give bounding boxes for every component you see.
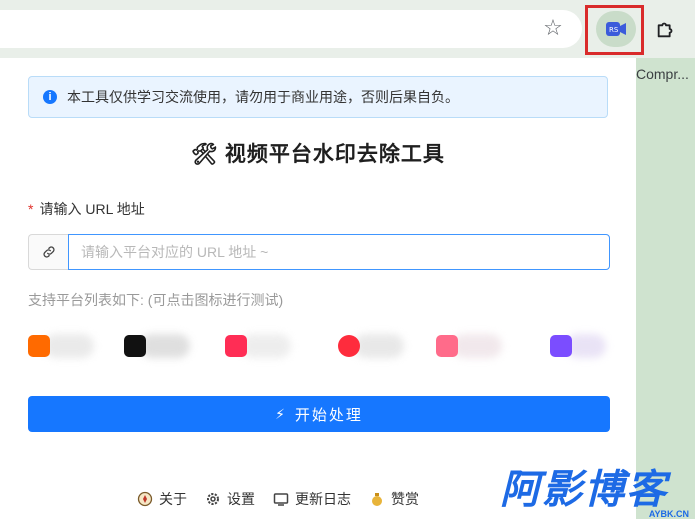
watermark-text: 阿影博客 xyxy=(500,468,668,512)
pink-platform-icon[interactable] xyxy=(436,335,458,357)
changelog-link[interactable]: 更新日志 xyxy=(273,489,351,509)
platform-item[interactable] xyxy=(124,332,204,360)
tools-icon: 🛠 xyxy=(191,143,219,166)
compass-icon xyxy=(137,491,153,507)
blurred-label xyxy=(452,334,502,358)
settings-label: 设置 xyxy=(227,491,255,507)
link-addon xyxy=(28,234,68,270)
changelog-label: 更新日志 xyxy=(295,491,351,507)
address-bar[interactable] xyxy=(0,10,582,48)
gear-icon xyxy=(205,491,221,507)
url-field-group xyxy=(28,234,610,270)
svg-text:RS: RS xyxy=(609,26,619,34)
monitor-icon xyxy=(273,491,289,507)
platform-item[interactable] xyxy=(436,332,516,360)
notice-text: 本工具仅供学习交流使用，请勿用于商业用途，否则后果自负。 xyxy=(67,89,459,105)
info-icon: i xyxy=(43,90,57,104)
footer-links: 关于 设置 更新日志 赞赏 xyxy=(137,488,437,510)
play-platform-icon[interactable] xyxy=(338,335,360,357)
browser-toolbar: ☆ RS xyxy=(0,0,695,58)
puzzle-icon xyxy=(657,22,673,38)
platform-item[interactable] xyxy=(28,332,108,360)
page-title: 🛠 视频平台水印去除工具 xyxy=(0,138,636,168)
title-text: 视频平台水印去除工具 xyxy=(224,143,445,166)
watermark-logo: 阿影博客 AYBK.CN xyxy=(500,468,695,519)
extension-popup: i 本工具仅供学习交流使用，请勿用于商业用途，否则后果自负。 🛠 视频平台水印去除… xyxy=(0,58,636,519)
bolt-icon: ⚡︎ xyxy=(275,405,287,422)
platform-item[interactable] xyxy=(550,332,608,360)
platform-list xyxy=(28,328,610,364)
notice-banner: i 本工具仅供学习交流使用，请勿用于商业用途，否则后果自负。 xyxy=(28,76,608,118)
platform-caption: 支持平台列表如下: (可点击图标进行测试) xyxy=(28,292,284,308)
url-input[interactable] xyxy=(68,234,610,270)
blurred-label xyxy=(566,334,606,358)
watermark-extension-button[interactable]: RS xyxy=(596,11,636,47)
platform-item[interactable] xyxy=(338,332,418,360)
start-button-label: 开始处理 xyxy=(294,406,363,424)
donate-label: 赞赏 xyxy=(391,491,419,507)
extension-icon: RS xyxy=(606,22,626,36)
tiktok-icon[interactable] xyxy=(124,335,146,357)
orange-platform-icon[interactable] xyxy=(28,335,50,357)
link-icon xyxy=(42,246,55,258)
watermark-sub: AYBK.CN xyxy=(648,509,689,519)
blurred-label xyxy=(354,334,404,358)
donate-link[interactable]: 赞赏 xyxy=(369,489,419,509)
url-label: * 请输入 URL 地址 xyxy=(28,199,145,219)
about-link[interactable]: 关于 xyxy=(137,489,187,509)
blurred-label xyxy=(44,334,94,358)
settings-link[interactable]: 设置 xyxy=(205,489,255,509)
page-background xyxy=(636,58,695,519)
url-label-text: 请输入 URL 地址 xyxy=(39,201,145,217)
start-button[interactable]: ⚡︎ 开始处理 xyxy=(28,396,610,432)
purple-platform-icon[interactable] xyxy=(550,335,572,357)
blurred-label xyxy=(140,334,190,358)
red-platform-icon[interactable] xyxy=(225,335,247,357)
money-bag-icon xyxy=(369,491,385,507)
required-mark: * xyxy=(28,201,34,217)
platform-item[interactable] xyxy=(225,332,305,360)
bookmark-star-icon[interactable]: ☆ xyxy=(541,16,565,40)
blurred-label xyxy=(241,334,291,358)
extensions-menu-button[interactable] xyxy=(647,10,685,48)
about-label: 关于 xyxy=(159,491,187,507)
page-side-text: Compr... xyxy=(636,66,689,82)
